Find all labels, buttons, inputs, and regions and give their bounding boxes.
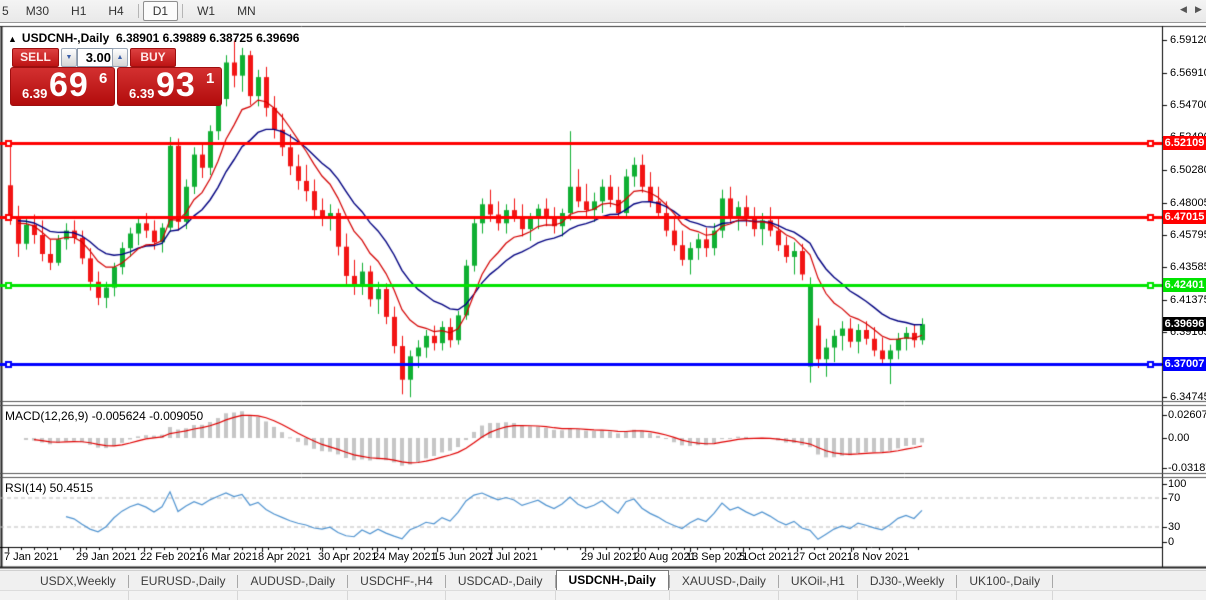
chart-tab-bar: USDX,Weekly EURUSD-,Daily AUDUSD-,Daily USD…: [0, 570, 1206, 592]
buy-price-pip: 1: [206, 70, 215, 87]
trading-terminal: { "toolbar": { "timeframes": ["5","M30",…: [0, 0, 1206, 600]
macd-axis-tick: -0.03187: [1168, 462, 1206, 474]
date-axis-label: 18 Nov 2021: [847, 551, 910, 563]
sell-button[interactable]: SELL: [12, 48, 59, 67]
chart-tab-usdcnh-daily[interactable]: USDCNH-,Daily: [555, 570, 669, 592]
chart-tab-xauusd-daily[interactable]: XAUUSD-,Daily: [670, 572, 778, 591]
chart-tab-uk100-daily[interactable]: UK100-,Daily: [957, 572, 1052, 591]
status-strip-divider: [555, 591, 556, 600]
timeframe-button-mn[interactable]: MN: [227, 1, 266, 21]
rsi-axis-tick: 0: [1168, 536, 1175, 548]
timeframe-button-h1[interactable]: H1: [61, 1, 96, 21]
date-axis-label: 22 Feb 2021: [140, 551, 202, 563]
status-strip-divider: [669, 591, 670, 600]
status-strip-divider: [347, 591, 348, 600]
price-axis-tick: 6.48005: [1170, 197, 1206, 209]
current-price-marker: 6.39696: [1163, 317, 1206, 331]
date-axis-label: 5 Oct 2021: [739, 551, 793, 563]
toolbar-separator: [182, 4, 184, 18]
chart-tab-usdcad-daily[interactable]: USDCAD-,Daily: [446, 572, 555, 591]
chart-title: ▲ USDCNH-,Daily 6.38901 6.39889 6.38725 6…: [8, 31, 299, 45]
date-axis-label: 8 Apr 2021: [258, 551, 312, 563]
buy-button[interactable]: BUY: [130, 48, 176, 67]
date-axis-label: 7 Jul 2021: [487, 551, 538, 563]
buy-price-big: 93: [156, 66, 196, 104]
price-axis-tick: 6.54700: [1170, 99, 1206, 111]
timeframe-button-5[interactable]: 5: [1, 1, 14, 21]
buy-price-prefix: 6.39: [129, 86, 155, 101]
hline-price-marker: 6.47015: [1163, 210, 1206, 224]
date-axis-label: 15 Jun 2021: [433, 551, 494, 563]
chart-tab-usdx-weekly[interactable]: USDX,Weekly: [28, 572, 128, 591]
volume-increase-button[interactable]: ▲: [112, 48, 128, 67]
rsi-axis-tick: 30: [1168, 521, 1181, 533]
chart-tab-eurusd-daily[interactable]: EURUSD-,Daily: [129, 572, 238, 591]
rsi-axis-tick: 70: [1168, 492, 1181, 504]
date-axis-label: 29 Jul 2021: [581, 551, 638, 563]
price-axis-tick: 6.56910: [1170, 67, 1206, 79]
timeframe-button-w1[interactable]: W1: [187, 1, 225, 21]
timeframe-toolbar: 5 M30 H1 H4 D1 W1 MN: [0, 0, 1206, 23]
sell-price-prefix: 6.39: [22, 86, 48, 101]
status-strip-divider: [445, 591, 446, 600]
volume-input[interactable]: 3.00: [77, 48, 116, 67]
macd-label: MACD(12,26,9) -0.005624 -0.009050: [5, 409, 204, 423]
price-axis-tick: 6.34745: [1170, 391, 1206, 403]
timeframe-button-h4[interactable]: H4: [98, 1, 133, 21]
tabs-scroll-left-icon[interactable]: ◀: [1180, 4, 1187, 15]
price-axis-tick: 6.59120: [1170, 34, 1206, 46]
price-axis-tick: 6.45795: [1170, 229, 1206, 241]
buy-price-panel[interactable]: 6.39 93 1: [117, 66, 222, 106]
price-axis-tick: 6.43585: [1170, 261, 1206, 273]
price-axis-tick: 6.50280: [1170, 164, 1206, 176]
price-axis-tick: 6.41375: [1170, 294, 1206, 306]
tab-separator: [1052, 574, 1054, 588]
status-strip-divider: [857, 591, 858, 600]
chart-tab-audusd-daily[interactable]: AUDUSD-,Daily: [238, 572, 347, 591]
ohlc-values: 6.38901 6.39889 6.38725 6.39696: [115, 31, 300, 45]
hline-price-marker: 6.52109: [1163, 136, 1206, 150]
chart-tab-usdchf-h4[interactable]: USDCHF-,H4: [348, 572, 445, 591]
status-strip-divider: [237, 591, 238, 600]
rsi-axis-tick: 100: [1168, 478, 1187, 490]
collapse-arrow-icon[interactable]: ▲: [8, 34, 17, 44]
date-axis-label: 24 May 2021: [373, 551, 437, 563]
timeframe-button-m30[interactable]: M30: [16, 1, 59, 21]
date-axis-label: 7 Jan 2021: [4, 551, 59, 563]
status-strip-divider: [778, 591, 779, 600]
macd-axis-tick: 0.00: [1168, 432, 1190, 444]
volume-decrease-button[interactable]: ▼: [61, 48, 77, 67]
date-axis-label: 30 Apr 2021: [318, 551, 378, 563]
tabs-scroll-right-icon[interactable]: ▶: [1195, 4, 1202, 15]
sell-price-pip: 6: [99, 70, 108, 87]
hline-price-marker: 6.42401: [1163, 278, 1206, 292]
timeframe-button-d1[interactable]: D1: [142, 1, 179, 21]
date-axis-label: 27 Oct 2021: [793, 551, 853, 563]
status-strip-divider: [128, 591, 129, 600]
chart-tab-ukoil-h1[interactable]: UKOil-,H1: [779, 572, 857, 591]
status-strip-divider: [956, 591, 957, 600]
status-strip-divider: [1052, 591, 1053, 600]
hline-price-marker: 6.37007: [1163, 357, 1206, 371]
rsi-label: RSI(14) 50.4515: [5, 481, 94, 495]
sell-price-panel[interactable]: 6.39 69 6: [10, 66, 115, 106]
status-strip: [0, 590, 1206, 600]
sell-price-big: 69: [49, 66, 89, 104]
date-axis-label: 16 Mar 2021: [196, 551, 258, 563]
toolbar-separator: [137, 4, 139, 18]
macd-axis-tick: 0.02607: [1168, 409, 1206, 421]
symbol-title: USDCNH-,Daily: [21, 31, 110, 45]
date-axis-label: 29 Jan 2021: [76, 551, 137, 563]
chart-tab-dj30-weekly[interactable]: DJ30-,Weekly: [858, 572, 956, 591]
